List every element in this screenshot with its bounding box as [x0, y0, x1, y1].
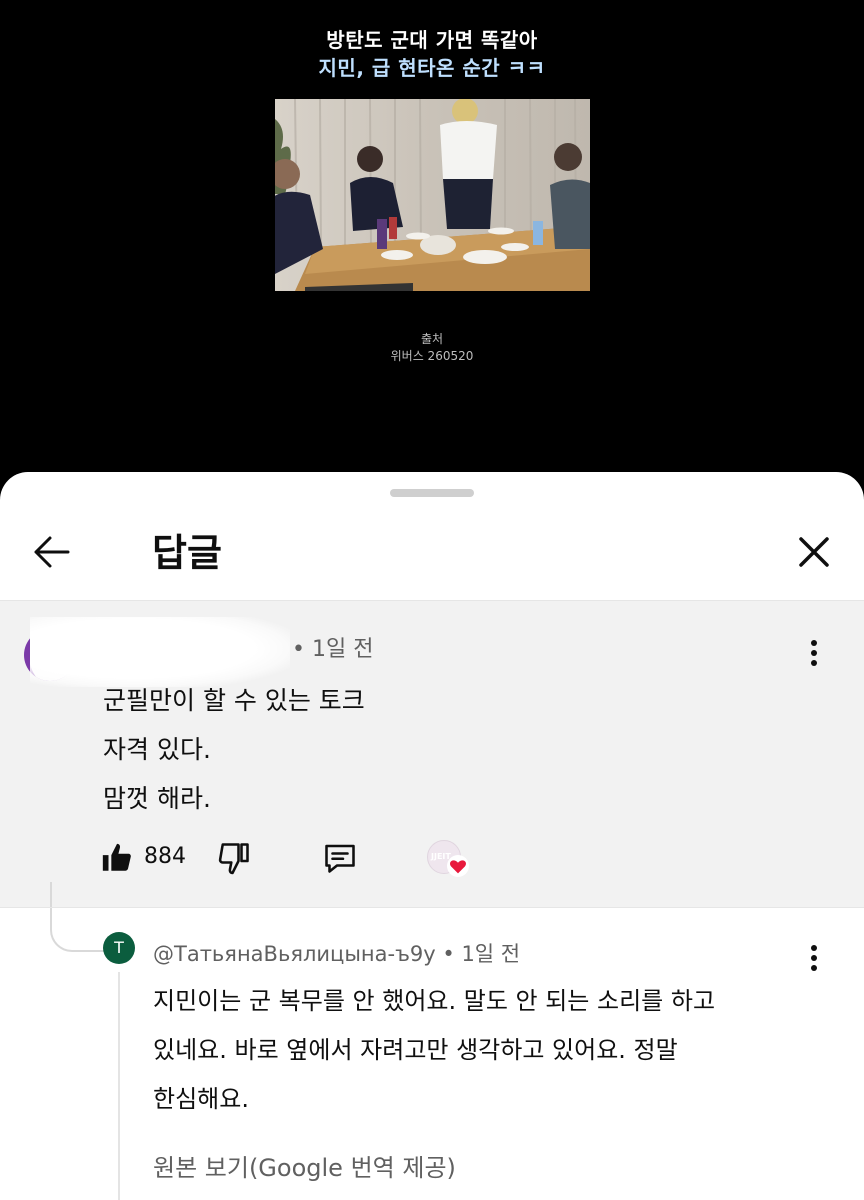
- reply-meta: @ТатьянаВьялицына-ъ9у • 1일 전: [153, 942, 521, 966]
- parent-comment: • 1일 전 군필만이 할 수 있는 토크 자격 있다. 맘껏 해라. 884: [0, 601, 864, 907]
- video-source-label: 출처: [420, 332, 444, 346]
- video-frame-image: [275, 99, 590, 291]
- close-icon: [799, 537, 829, 567]
- sheet-header: 답글: [0, 502, 864, 600]
- comment-icon: [325, 844, 355, 873]
- drag-handle[interactable]: [390, 489, 474, 497]
- dislike-button[interactable]: [216, 838, 256, 878]
- comment-actions: 884 JJEIT: [100, 838, 520, 878]
- reply-line: 지민이는 군 복무를 안 했어요. 말도 안 되는 소리를 하고: [153, 987, 716, 1015]
- reply-thread-line: [118, 972, 120, 1200]
- video-player[interactable]: 방탄도 군대 가면 똑같아 지민, 급 현타온 순간 ㅋㅋ 출처 위버스 260…: [0, 0, 864, 478]
- reply-line: 한심해요.: [153, 1085, 249, 1113]
- more-options-button[interactable]: [802, 944, 826, 972]
- reply-button[interactable]: [322, 838, 362, 878]
- like-button[interactable]: [100, 838, 140, 878]
- replies-sheet: 답글 • 1일 전 군필만이 할 수 있는 토크 자격 있다. 맘껏 해라. 8…: [0, 472, 864, 1200]
- more-options-button[interactable]: [802, 639, 826, 667]
- sheet-title: 답글: [152, 531, 222, 575]
- video-caption-line2: 지민, 급 현타온 순간 ㅋㅋ: [318, 56, 546, 80]
- back-button[interactable]: [28, 528, 76, 576]
- video-source-value: 위버스 260520: [390, 349, 474, 363]
- like-count: 884: [144, 844, 186, 869]
- comment-separator: [0, 907, 864, 908]
- thumbs-down-icon: [218, 843, 249, 875]
- video-caption-line1: 방탄도 군대 가면 똑같아: [326, 28, 538, 52]
- comment-line: 맘껏 해라.: [103, 784, 211, 813]
- comment-meta: • 1일 전: [292, 637, 374, 662]
- reply-text: 지민이는 군 복무를 안 했어요. 말도 안 되는 소리를 하고 있네요. 바로…: [153, 977, 793, 1124]
- more-vertical-icon: [811, 640, 817, 666]
- comment-text: 군필만이 할 수 있는 토크 자격 있다. 맘껏 해라.: [103, 676, 365, 823]
- thread-connector: [50, 882, 106, 952]
- comment-line: 자격 있다.: [103, 735, 211, 764]
- more-vertical-icon: [811, 945, 817, 971]
- close-button[interactable]: [790, 528, 838, 576]
- arrow-left-icon: [34, 536, 70, 568]
- view-original-link[interactable]: 원본 보기(Google 번역 제공): [153, 1148, 456, 1183]
- thumbs-up-icon: [102, 843, 131, 871]
- avatar[interactable]: T: [103, 932, 135, 964]
- video-scene-illustration: [275, 99, 590, 291]
- reply-line: 있네요. 바로 옆에서 자려고만 생각하고 있어요. 정말: [153, 1036, 678, 1064]
- comment-line: 군필만이 할 수 있는 토크: [103, 686, 365, 715]
- heart-icon: [447, 855, 469, 877]
